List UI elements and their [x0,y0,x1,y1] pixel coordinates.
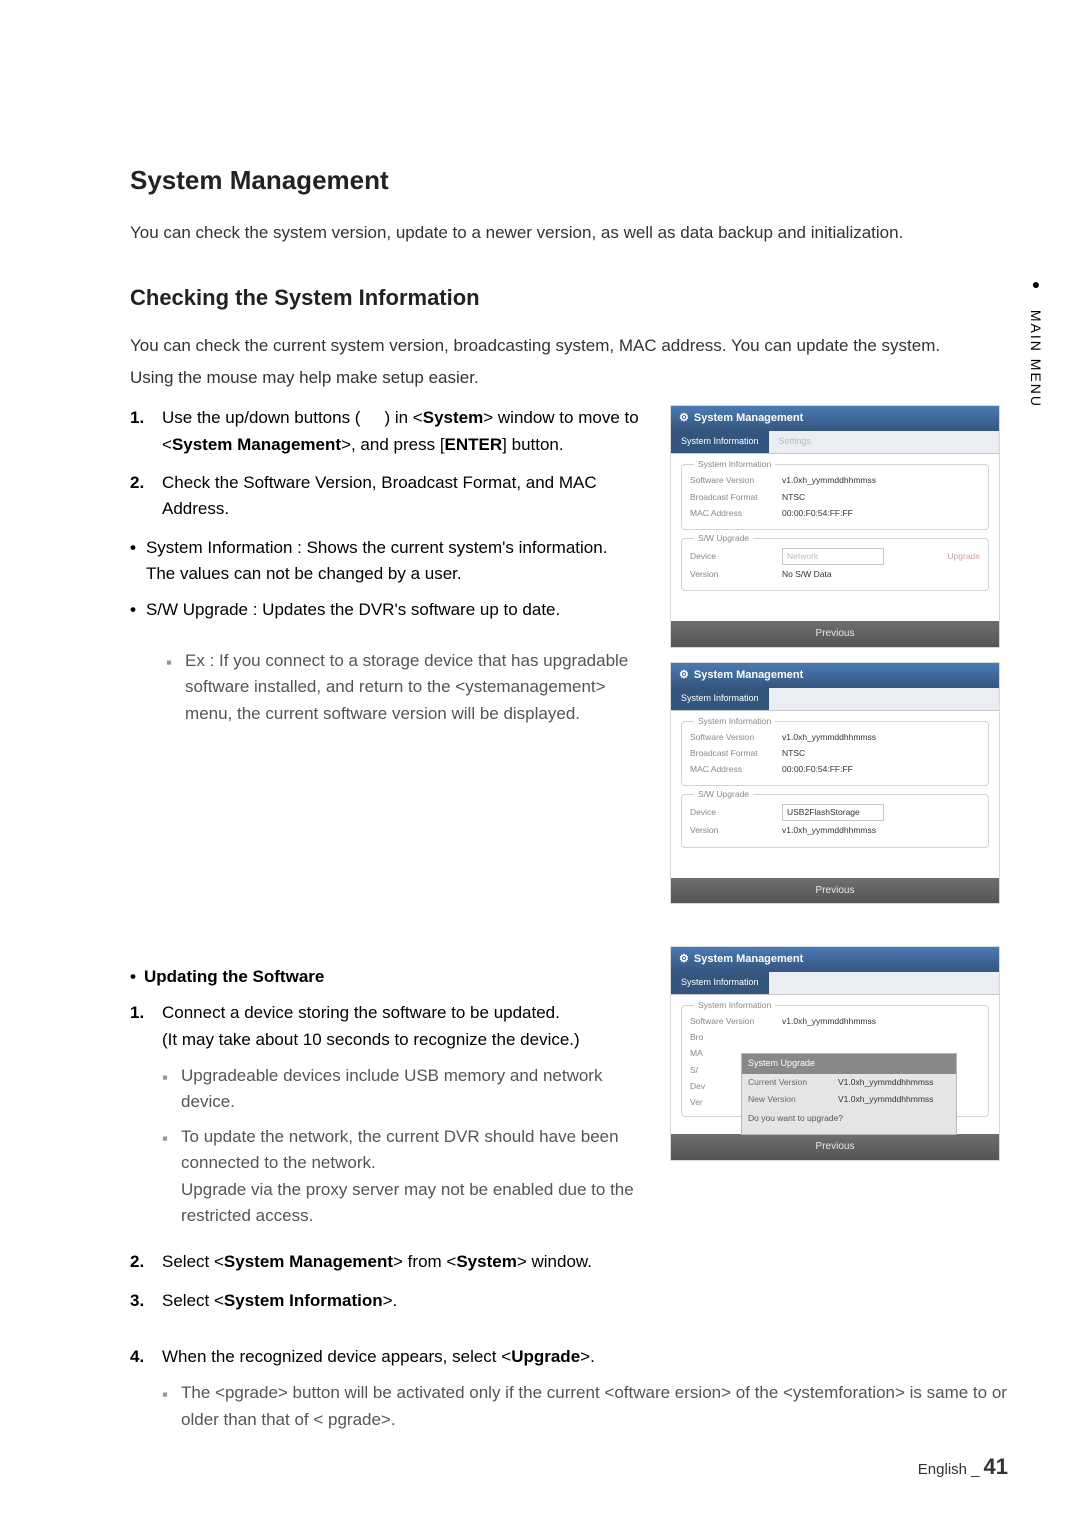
step-b-4-note: The <pgrade> button will be activated on… [162,1380,1010,1433]
upgrade-button[interactable]: Upgrade [947,550,980,563]
gear-icon [679,410,689,427]
tab-system-information[interactable]: System Information [671,431,769,453]
tab-system-information[interactable]: System Information [671,972,769,994]
tab-settings[interactable] [769,972,789,994]
subsection-title: Checking the System Information [130,281,1010,315]
tab-settings[interactable]: Settings [769,431,822,453]
tab-system-information[interactable]: System Information [671,688,769,710]
section-intro: You can check the system version, update… [130,220,1010,246]
bullet-a-1: System Information : Shows the current s… [130,535,642,588]
step-b-1-note-1: Upgradeable devices include USB memory a… [162,1063,642,1116]
gear-icon [679,951,689,968]
previous-button[interactable]: Previous [671,621,999,647]
side-tab: MAIN MENU [1024,276,1046,408]
device-field[interactable]: Network [782,548,884,565]
tab-settings[interactable] [769,688,789,710]
updating-title: Updating the Software [130,964,642,990]
section-title: System Management [130,160,1010,200]
gear-icon [679,667,689,684]
bullet-a-2: S/W Upgrade : Updates the DVR's software… [130,597,642,623]
step-b-3: 3. Select <System Information>. [130,1288,642,1314]
screenshot-1: System Management System Information Set… [670,405,1000,647]
upgrade-dialog: System Upgrade Current VersionV1.0xh_yym… [741,1053,957,1134]
previous-button[interactable]: Previous [671,1134,999,1160]
subsection-intro-2: Using the mouse may help make setup easi… [130,365,1010,391]
device-field[interactable]: USB2FlashStorage [782,804,884,821]
step-b-1-note-2: To update the network, the current DVR s… [162,1124,642,1229]
previous-button[interactable]: Previous [671,878,999,904]
screenshot-3: System Management System Information Sys… [670,946,1000,1160]
subsection-intro-1: You can check the current system version… [130,333,1010,359]
step-b-2: 2. Select <System Management> from <Syst… [130,1249,642,1275]
step-b-1: 1. Connect a device storing the software… [130,1000,642,1237]
step-b-4: 4. When the recognized device appears, s… [130,1344,1010,1441]
step-a-2: 2.Check the Software Version, Broadcast … [130,470,642,523]
screenshot-2: System Management System Information Sys… [670,662,1000,904]
example-note: Ex : If you connect to a storage device … [166,648,642,727]
step-a-1: 1. Use the up/down buttons () in <System… [130,405,642,458]
page-footer: English _41 [918,1450,1008,1484]
